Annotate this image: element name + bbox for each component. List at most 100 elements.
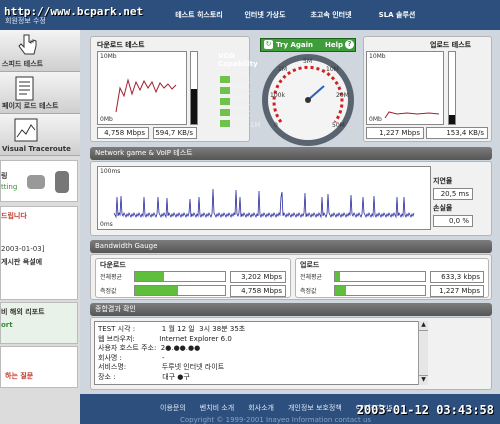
loss-label: 손실율 [433, 204, 453, 212]
try-again-button[interactable]: Try Again [276, 41, 313, 49]
result-scrollbar[interactable]: ▲ ▼ [418, 321, 428, 385]
footer-link-privacy[interactable]: 개인정보 보호정책 [288, 403, 342, 413]
upload-measured-fill [335, 286, 346, 295]
bandwidth-upload-title: 업로드 [300, 261, 320, 269]
vod-level-100k: 100K [220, 76, 260, 87]
footer-link-inquiry[interactable]: 이용문의 [160, 403, 186, 413]
gauge-button-bar: ↻ Try Again Help ? [260, 38, 356, 52]
footer-link-about[interactable]: 벤치비 소개 [200, 403, 234, 413]
vod-level-500k: 500K [220, 98, 260, 109]
promo-subtitle: tting [1, 183, 18, 191]
upload-average-value: 633,3 kbps [430, 271, 484, 283]
capture-timestamp: 2003-01-12 03:43:58 [356, 403, 494, 417]
download-average-value: 3,202 Mbps [230, 271, 286, 283]
upload-average-bar [334, 271, 426, 282]
download-speed-line [115, 78, 177, 113]
download-measured-fill [135, 286, 179, 295]
vod-level-over1m: over 1M [220, 120, 260, 131]
upload-kbs-value: 153,4 KB/s [426, 127, 488, 139]
report-banner[interactable]: 비 해외 리포트 ort [0, 302, 78, 344]
bandwidth-download-title: 다운로드 [100, 261, 126, 269]
notice-text: 게시판 욕설에 [1, 258, 43, 266]
download-average-bar [134, 271, 226, 282]
vod-capability: VOD Capability 100K 300K 500K 750K over … [218, 52, 262, 134]
notice-date: 2003-01-03] [1, 245, 45, 253]
download-mbps-value: 4,758 Mbps [97, 127, 149, 139]
nav-sla-solution[interactable]: SLA 솔루션 [364, 0, 430, 30]
latency-line [113, 188, 415, 219]
document-icon [15, 76, 34, 101]
faq-banner[interactable]: 하는 질문 [0, 346, 78, 388]
gauge-ticks: 0 100k 1M 5M 10M 20M 50M [270, 58, 349, 129]
sidebar-item-visual-traceroute[interactable]: Visual Traceroute [0, 114, 80, 156]
bandwidth-upload-box: 업로드 전체평균 633,3 kbps 측정값 1,227 Mbps [295, 258, 489, 298]
nav-broadband[interactable]: 초고속 인터넷 [298, 0, 364, 30]
result-section-header: 종합결과 확인 [90, 303, 492, 316]
refresh-icon: ↻ [264, 40, 273, 49]
report-title: 비 해외 리포트 [1, 308, 45, 316]
delay-label: 지연율 [433, 177, 453, 185]
footer-link-company[interactable]: 회사소개 [248, 403, 274, 413]
network-section-header: Network game & VoIP 테스트 [90, 147, 492, 160]
upload-measured-bar [334, 285, 426, 296]
measured-label: 측정값 [100, 288, 117, 295]
download-graph: 10Mb 0Mb [97, 51, 187, 125]
upload-graph: 10Mb 0Mb [366, 51, 444, 125]
bandwidth-section-header: Bandwidth Gauge [90, 240, 492, 253]
faq-label: 하는 질문 [5, 372, 34, 380]
notice-title: 드립니다 [1, 212, 27, 220]
scroll-up-icon[interactable]: ▲ [419, 321, 428, 331]
promo-title: 링 [1, 172, 8, 180]
download-average-fill [135, 272, 164, 281]
footer: 이용문의 벤치비 소개 회사소개 개인정보 보호정책 contact us Co… [80, 394, 500, 424]
help-button[interactable]: Help [325, 41, 343, 49]
vod-title: VOD Capability [218, 52, 258, 68]
vod-levels: 100K 300K 500K 750K over 1M [220, 76, 260, 131]
delay-value: 20,5 ms [433, 188, 473, 200]
result-textarea[interactable]: TEST 시각 : 1 월 12 일 3시 38분 35초 웹 브라우저: In… [94, 321, 428, 385]
upload-level-meter [448, 51, 456, 125]
top-bar: http://www.bcpark.net 회원정보 수정 테스트 히스토리 인… [0, 0, 500, 30]
upload-average-fill [335, 272, 341, 281]
latency-series [113, 188, 415, 219]
nav-test-history[interactable]: 테스트 히스토리 [166, 0, 232, 30]
sidebar-item-label: 페이지 로드 테스트 [2, 102, 59, 110]
latency-graph: 100ms 0ms [97, 166, 431, 230]
sidebar-item-speed-test[interactable]: 스피드 테스트 [0, 30, 80, 72]
vod-level-300k: 300K [220, 87, 260, 98]
vod-level-750k: 750K [220, 109, 260, 120]
bandwidth-panel: 다운로드 전체평균 3,202 Mbps 측정값 4,758 Mbps 업로드 … [90, 254, 492, 300]
nav-internet-weather[interactable]: 인터넷 가상도 [232, 0, 298, 30]
question-icon[interactable]: ? [345, 40, 354, 49]
notice-box[interactable]: 드립니다 2003-01-03] 게시판 욕설에 [0, 206, 78, 300]
cans-image-icon [27, 171, 69, 193]
member-info-link[interactable]: 회원정보 수정 [5, 16, 46, 26]
upload-mbps-value: 1,227 Mbps [366, 127, 424, 139]
sidebar: 스피드 테스트 페이지 로드 테스트 Visual Traceroute 링 t… [0, 30, 80, 424]
avg-label: 전체평균 [300, 274, 323, 281]
report-subtitle: ort [1, 321, 13, 329]
bandwidth-download-box: 다운로드 전체평균 3,202 Mbps 측정값 4,758 Mbps [95, 258, 291, 298]
scroll-down-icon[interactable]: ▼ [419, 375, 428, 385]
hand-pointer-icon [18, 34, 37, 55]
upload-measured-value: 1,227 Mbps [430, 285, 484, 297]
upload-test-panel: 업로드 테스트 10Mb 0Mb 1,227 Mbps 153,4 KB/s [363, 36, 492, 142]
download-title: 다운로드 테스트 [97, 41, 145, 49]
upload-title: 업로드 테스트 [430, 41, 472, 49]
sidebar-item-label: 스피드 테스트 [2, 60, 44, 68]
download-measured-value: 4,758 Mbps [230, 285, 286, 297]
promo-banner[interactable]: 링 tting [0, 160, 78, 202]
sidebar-item-page-load-test[interactable]: 페이지 로드 테스트 [0, 72, 80, 114]
download-measured-bar [134, 285, 226, 296]
measured-label: 측정값 [300, 288, 317, 295]
network-panel: 100ms 0ms 지연율 20,5 ms 손실율 0,0 % [90, 161, 492, 236]
copyright-text: Copyright © 1999-2001 Inayeo Information… [180, 416, 372, 424]
app-window: http://www.bcpark.net 회원정보 수정 테스트 히스토리 인… [0, 0, 500, 424]
main-content: 다운로드 테스트 10Mb 0Mb 4,758 Mbps 594,7 KB/s … [80, 30, 500, 394]
top-nav: 테스트 히스토리 인터넷 가상도 초고속 인터넷 SLA 솔루션 [166, 0, 430, 30]
download-level-meter [190, 51, 198, 125]
sidebar-item-label: Visual Traceroute [2, 145, 71, 153]
chart-icon [14, 118, 38, 142]
upload-speed-line [384, 111, 440, 119]
loss-value: 0,0 % [433, 215, 473, 227]
